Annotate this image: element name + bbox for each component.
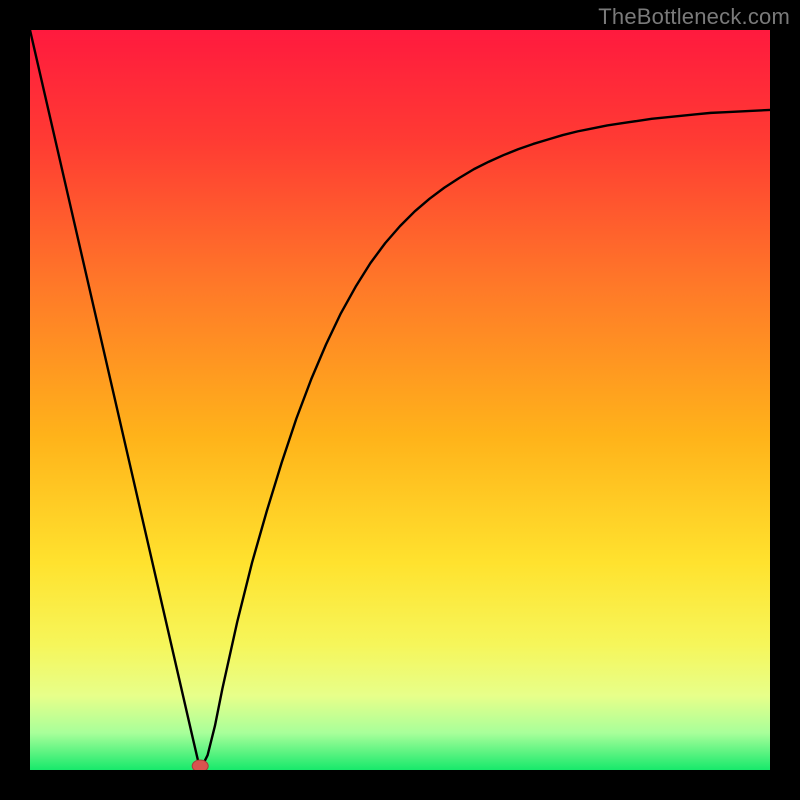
bottleneck-chart	[30, 30, 770, 770]
optimal-point-marker	[192, 760, 208, 770]
chart-frame: TheBottleneck.com	[0, 0, 800, 800]
plot-area	[30, 30, 770, 770]
watermark-label: TheBottleneck.com	[598, 4, 790, 30]
gradient-background	[30, 30, 770, 770]
